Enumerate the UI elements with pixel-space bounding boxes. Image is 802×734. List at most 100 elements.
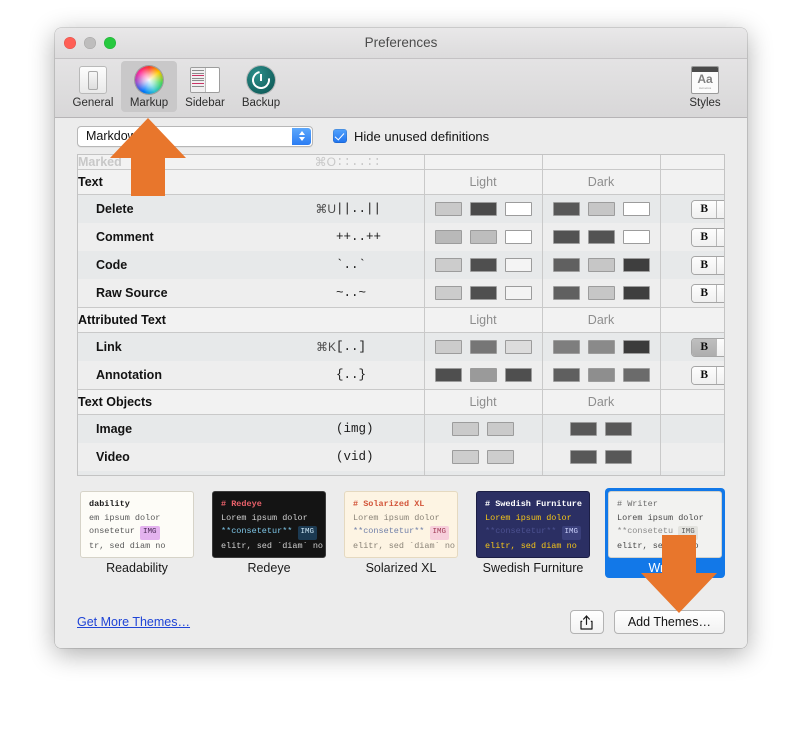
row-style-buttons[interactable] xyxy=(659,471,724,475)
color-swatch[interactable] xyxy=(587,258,615,272)
table-row[interactable]: Annotation {..} BIUST xyxy=(78,361,724,390)
color-swatch[interactable] xyxy=(587,368,615,382)
style-button-group[interactable]: BIUST xyxy=(661,195,724,223)
style-button-i[interactable]: I xyxy=(717,200,724,218)
color-swatch[interactable] xyxy=(605,422,632,436)
color-swatch[interactable] xyxy=(504,368,532,382)
color-swatches[interactable] xyxy=(425,333,542,361)
row-light-colors[interactable] xyxy=(423,251,542,279)
minimize-button[interactable] xyxy=(84,37,96,49)
color-swatch[interactable] xyxy=(570,450,597,464)
table-row[interactable]: Delete⌘U||..|| BIUST xyxy=(78,194,724,223)
color-swatch[interactable] xyxy=(434,340,462,354)
color-swatch[interactable] xyxy=(504,340,532,354)
row-dark-colors[interactable] xyxy=(541,414,660,443)
color-swatches[interactable] xyxy=(425,443,542,471)
color-swatch[interactable] xyxy=(552,230,580,244)
close-button[interactable] xyxy=(64,37,76,49)
color-swatch[interactable] xyxy=(487,422,514,436)
color-swatches[interactable] xyxy=(543,279,660,307)
style-button-i[interactable]: I xyxy=(717,366,724,384)
theme-item-2[interactable]: # Solarized XL Lorem ipsum dolor **consete… xyxy=(341,488,461,578)
color-swatch[interactable] xyxy=(587,230,615,244)
row-style-buttons[interactable] xyxy=(659,414,724,443)
color-swatches[interactable] xyxy=(425,415,542,443)
table-row[interactable]: Link⌘K[..] BIUST xyxy=(78,332,724,361)
style-button-group[interactable]: BIUST xyxy=(661,223,724,251)
row-light-colors[interactable] xyxy=(423,332,542,361)
style-button-group[interactable]: BIUST xyxy=(661,279,724,307)
row-dark[interactable] xyxy=(541,155,660,170)
toolbar-item-general[interactable]: General xyxy=(65,61,121,112)
style-button-group[interactable]: BIUST xyxy=(661,361,724,389)
color-swatches[interactable] xyxy=(543,361,660,389)
color-swatch[interactable] xyxy=(622,258,650,272)
row-style-buttons[interactable]: BIUST xyxy=(659,279,724,308)
row-light-colors[interactable] xyxy=(423,279,542,308)
color-swatch[interactable] xyxy=(434,368,462,382)
color-swatch[interactable] xyxy=(469,340,497,354)
themes-strip[interactable]: dability em ipsum dolor onsetetur IMG tr, s… xyxy=(77,488,725,578)
chevron-updown-icon[interactable] xyxy=(292,127,311,145)
row-light-colors[interactable] xyxy=(423,443,542,471)
table-row[interactable]: Raw Source ~..~ BIUST xyxy=(78,279,724,308)
style-button-b[interactable]: B xyxy=(692,284,718,302)
theme-item-1[interactable]: # Redeye Lorem ipsum dolor **consetetur** … xyxy=(209,488,329,578)
color-swatch[interactable] xyxy=(452,422,479,436)
row-dark-colors[interactable] xyxy=(541,443,660,471)
style-button-i[interactable]: I xyxy=(717,256,724,274)
table-row[interactable]: Image (img) xyxy=(78,414,724,443)
add-themes-button[interactable]: Add Themes… xyxy=(613,610,725,634)
color-swatch[interactable] xyxy=(469,202,497,216)
color-swatch[interactable] xyxy=(469,286,497,300)
color-swatch[interactable] xyxy=(552,286,580,300)
color-swatches[interactable] xyxy=(543,223,660,251)
hide-unused-definitions-checkbox[interactable]: Hide unused definitions xyxy=(333,129,489,144)
color-swatch[interactable] xyxy=(504,286,532,300)
row-dark-colors[interactable] xyxy=(541,361,660,390)
color-swatch[interactable] xyxy=(469,258,497,272)
markup-definitions-table[interactable]: Marked⌘O::..::TextLightDarkStyleDelete⌘U… xyxy=(77,154,725,476)
color-swatch[interactable] xyxy=(504,202,532,216)
toolbar-item-markup[interactable]: Markup xyxy=(121,61,177,112)
row-style-buttons[interactable] xyxy=(659,443,724,471)
row-style-buttons[interactable]: BIUST xyxy=(659,194,724,223)
get-more-themes-link[interactable]: Get More Themes… xyxy=(77,615,190,629)
row-dark-colors[interactable] xyxy=(541,471,660,475)
color-swatches[interactable] xyxy=(543,333,660,361)
toolbar-item-backup[interactable]: Backup xyxy=(233,61,289,112)
color-swatch[interactable] xyxy=(622,286,650,300)
color-swatch[interactable] xyxy=(605,450,632,464)
color-swatch[interactable] xyxy=(622,230,650,244)
color-swatch[interactable] xyxy=(552,368,580,382)
color-swatches[interactable] xyxy=(425,195,542,223)
row-style[interactable] xyxy=(659,155,724,170)
style-button-b[interactable]: B xyxy=(692,256,718,274)
color-swatches[interactable] xyxy=(425,361,542,389)
row-light-colors[interactable] xyxy=(423,194,542,223)
color-swatches[interactable] xyxy=(543,415,660,443)
row-light[interactable] xyxy=(423,155,542,170)
theme-item-0[interactable]: dability em ipsum dolor onsetetur IMG tr, s… xyxy=(77,488,197,578)
theme-item-3[interactable]: # Swedish Furniture Lorem ipsum dolor **co… xyxy=(473,488,593,578)
color-swatches[interactable] xyxy=(543,195,660,223)
color-swatch[interactable] xyxy=(570,422,597,436)
row-dark-colors[interactable] xyxy=(541,332,660,361)
table-row[interactable]: Video (vid) xyxy=(78,443,724,471)
color-swatch[interactable] xyxy=(434,230,462,244)
color-swatch[interactable] xyxy=(434,286,462,300)
color-swatch[interactable] xyxy=(587,202,615,216)
row-dark-colors[interactable] xyxy=(541,223,660,251)
style-button-i[interactable]: I xyxy=(717,228,724,246)
color-swatch[interactable] xyxy=(622,368,650,382)
style-button-b[interactable]: B xyxy=(692,228,718,246)
table-row[interactable]: Code `..` BIUST xyxy=(78,251,724,279)
row-light-colors[interactable] xyxy=(423,414,542,443)
checkbox-icon[interactable] xyxy=(333,129,347,143)
color-swatch[interactable] xyxy=(469,368,497,382)
color-swatch[interactable] xyxy=(469,230,497,244)
color-swatch[interactable] xyxy=(434,202,462,216)
style-button-group[interactable]: BIUST xyxy=(661,333,724,361)
row-style-buttons[interactable]: BIUST xyxy=(659,361,724,390)
row-dark-colors[interactable] xyxy=(541,251,660,279)
